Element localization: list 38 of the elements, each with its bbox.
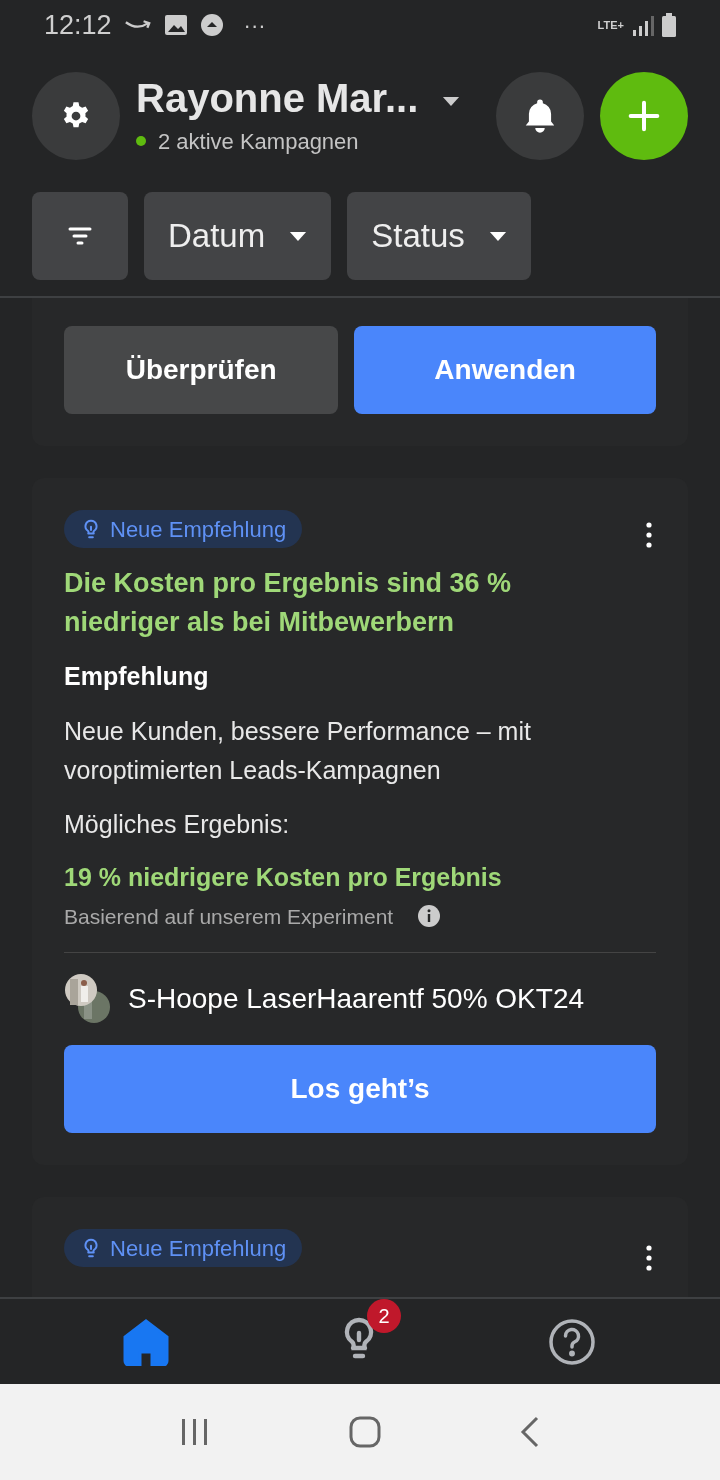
help-icon xyxy=(548,1317,597,1366)
upload-circle-icon xyxy=(199,13,224,37)
more-options-icon[interactable] xyxy=(646,1245,652,1271)
active-campaigns: 2 aktive Kampagnen xyxy=(158,127,359,156)
more-notifications: ··· xyxy=(243,11,266,40)
recommendation-description: Neue Kunden, bessere Performance – mit voroptimierten Leads-Kampagnen xyxy=(64,715,532,786)
home-icon xyxy=(121,1317,170,1366)
signal-icon xyxy=(632,14,654,36)
battery-icon xyxy=(662,13,676,37)
section-title: Empfehlung xyxy=(64,661,210,692)
expected-result: 19 % niedrigere Kosten pro Ergebnis xyxy=(64,862,503,893)
caret-icon xyxy=(289,230,308,242)
smile-arrow-icon xyxy=(123,19,152,31)
recommendation-badge: Neue Empfehlung xyxy=(64,510,303,548)
recent-apps-icon[interactable] xyxy=(179,1417,210,1447)
campaign-name: S-Hoope LaserHaarentf 50% OKT24 xyxy=(128,982,585,1016)
review-button[interactable]: Überprüfen xyxy=(64,326,339,414)
result-label: Mögliches Ergebnis: xyxy=(64,808,291,840)
back-icon[interactable] xyxy=(520,1416,541,1448)
caret-icon[interactable] xyxy=(442,95,460,107)
recommendation-headline: Die Kosten pro Ergebnis sind 36 % niedriger als bei Mitbewerbern xyxy=(64,567,513,639)
plus-icon xyxy=(628,100,660,132)
home-button-icon[interactable] xyxy=(349,1416,381,1448)
filter-dropdown[interactable]: Status xyxy=(347,192,531,280)
filter-icon xyxy=(68,227,92,245)
info-icon[interactable] xyxy=(417,904,442,929)
more-options-icon[interactable] xyxy=(646,522,652,548)
caret-icon xyxy=(488,230,507,242)
filter-dropdown[interactable]: Datum xyxy=(144,192,332,280)
result-note: Basierend auf unserem Experiment xyxy=(64,903,394,930)
clock-time: 12:12 xyxy=(44,8,112,42)
filter-button[interactable] xyxy=(32,192,128,280)
home-tab[interactable] xyxy=(121,1316,172,1367)
recommendation-badge: Neue Empfehlung xyxy=(64,1229,303,1267)
image-icon xyxy=(163,14,188,36)
network-type: LTE+ xyxy=(597,19,624,31)
account-name[interactable]: Rayonne Mar... xyxy=(136,74,426,121)
notification-badge: 2 xyxy=(367,1299,401,1333)
